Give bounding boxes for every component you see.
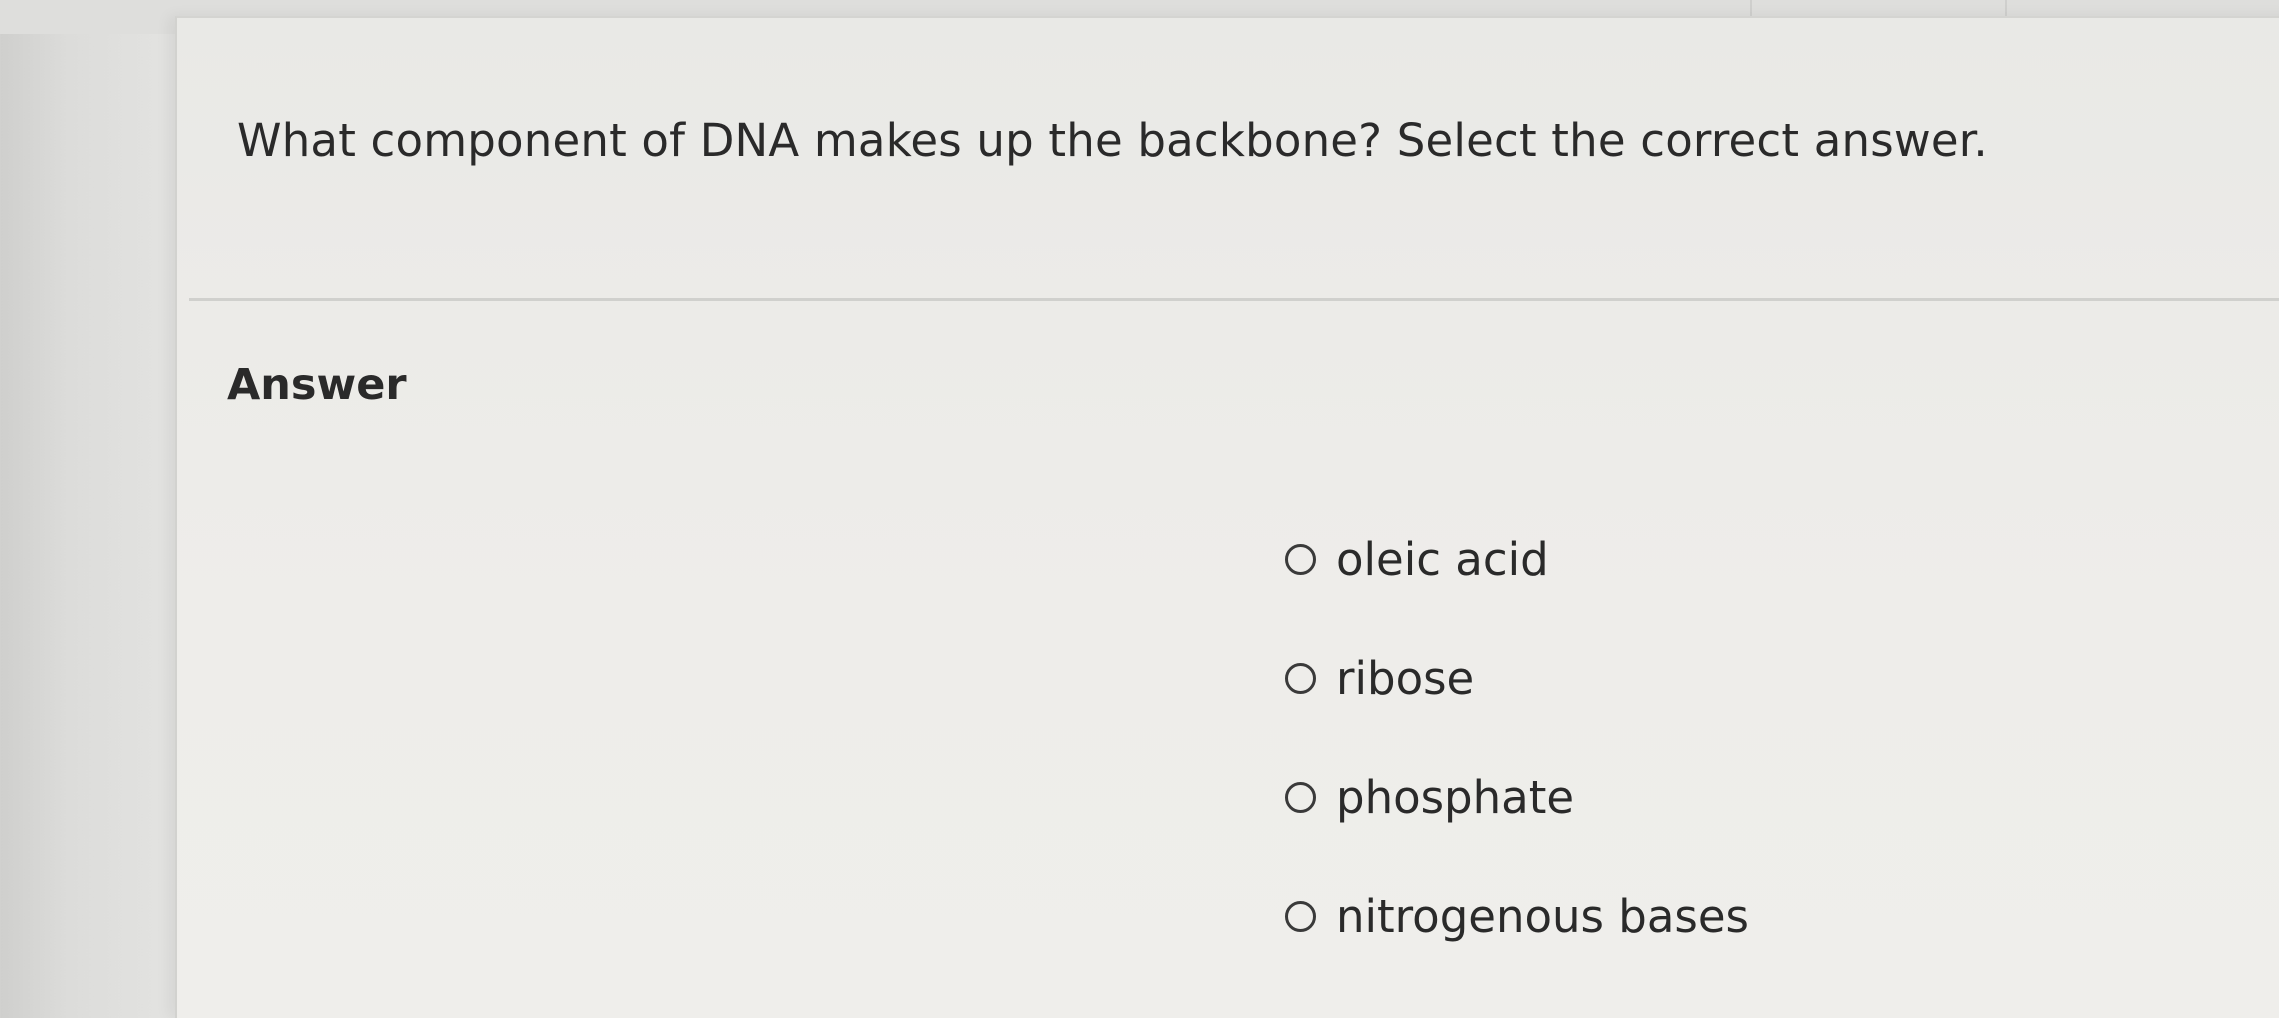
answer-options: oleic acid ribose phosphate nitrogenous … (1285, 500, 1749, 976)
answer-option-oleic-acid[interactable]: oleic acid (1285, 500, 1749, 619)
answer-option-phosphate[interactable]: phosphate (1285, 738, 1749, 857)
radio-unchecked-icon[interactable] (1285, 782, 1316, 813)
option-label: ribose (1336, 652, 1475, 705)
option-label: phosphate (1336, 771, 1575, 824)
option-label: oleic acid (1336, 533, 1549, 586)
question-text: What component of DNA makes up the backb… (237, 114, 1988, 167)
answer-option-ribose[interactable]: ribose (1285, 619, 1749, 738)
answer-option-nitrogenous-bases[interactable]: nitrogenous bases (1285, 857, 1749, 976)
answer-heading: Answer (227, 360, 407, 410)
option-label: nitrogenous bases (1336, 890, 1749, 943)
divider (189, 298, 2279, 301)
radio-unchecked-icon[interactable] (1285, 901, 1316, 932)
radio-unchecked-icon[interactable] (1285, 544, 1316, 575)
radio-unchecked-icon[interactable] (1285, 663, 1316, 694)
question-card: What component of DNA makes up the backb… (175, 16, 2279, 1018)
